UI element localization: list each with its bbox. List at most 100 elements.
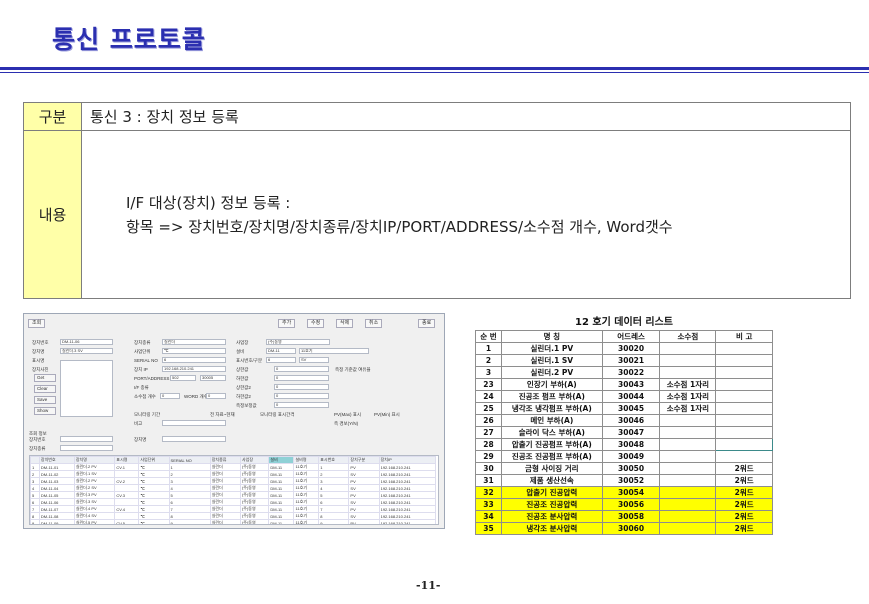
grid-header-cell[interactable] <box>30 456 40 464</box>
device-no-field[interactable]: DM-11-06 <box>60 339 113 345</box>
display-no-field[interactable]: 6 <box>266 357 296 363</box>
adjust-field[interactable]: 0 <box>274 402 329 408</box>
grid-header-cell[interactable]: 장치명 <box>73 456 116 464</box>
display-type-select[interactable]: SV <box>299 357 329 363</box>
port-field[interactable]: 502 <box>170 375 196 381</box>
upper-field[interactable]: 0 <box>274 366 329 372</box>
data-list-row: 23 인장기 부하(A) 30043 소수점 1자리 <box>475 378 773 391</box>
grid-row[interactable]: 1 DM-11-01 실린더.2 PV CV.1 ℃ 1 실린더 (주)동영 DM-11 11호기… <box>30 463 437 471</box>
grid-header-cell[interactable]: 사업장 <box>239 456 270 464</box>
data-list-cell: 메인 부하(A) <box>500 414 603 427</box>
save-button[interactable]: Save <box>34 396 56 404</box>
delete-button[interactable]: 삭제 <box>336 319 354 328</box>
grid-header-cell[interactable]: 장치번호 <box>38 456 75 464</box>
lower-field[interactable]: 0 <box>274 375 329 381</box>
grid-cell: 5 <box>318 491 350 499</box>
grid-row[interactable]: 3 DM-11-03 실린더.2 PV CV.2 ℃ 3 실린더 (주)동영 DM-11 11호기… <box>30 477 437 485</box>
device-type-select[interactable]: 실린더 <box>162 339 226 345</box>
grid-cell: CV.5 <box>114 519 140 524</box>
serial-field[interactable]: 6 <box>162 357 226 363</box>
grid-cell: 6 <box>318 498 350 506</box>
edit-button[interactable]: 수정 <box>307 319 325 328</box>
grid-header-cell[interactable]: SERIAL NO <box>168 456 211 464</box>
grid-cell: 3 <box>318 477 350 485</box>
data-list-cell: 33 <box>475 498 502 511</box>
address-field[interactable]: 30005 <box>200 375 226 381</box>
grid-cell: DM-11 <box>268 512 295 520</box>
grid-header-cell[interactable]: 장치종류 <box>209 456 241 464</box>
grid-header-cell[interactable]: 장치구분 <box>348 456 380 464</box>
upper2-field[interactable]: 0 <box>274 384 329 390</box>
grid-row[interactable]: 4 DM-11-04 실린더.2 SV ℃ 4 실린더 (주)동영 DM-11 11호기 4 SV 1… <box>30 484 437 492</box>
grid-row[interactable]: 2 DM-11-02 실린더.1 SV ℃ 2 실린더 (주)동영 DM-11 11호기 2 SV 1… <box>30 470 437 478</box>
grid-header-cell[interactable]: 설비명 <box>293 456 320 464</box>
data-list-cell: 30044 <box>601 390 661 403</box>
grid-cell: 6 <box>168 498 211 506</box>
grid-cell: 3 <box>168 477 211 485</box>
grid-header-cell[interactable]: 표시명 <box>114 456 140 464</box>
data-list-cell: 25 <box>475 402 502 415</box>
monitor-period-label: 모니터링 기간 <box>134 412 161 417</box>
pv-min-check[interactable]: PV(Min) 표시 <box>374 412 400 418</box>
data-list-cell: 30045 <box>601 402 661 415</box>
show-button[interactable]: Show <box>34 407 56 415</box>
clear-button[interactable]: Clear <box>34 385 56 393</box>
data-list-cell <box>659 414 717 427</box>
device-name-label: 장치명 <box>32 349 45 354</box>
search-device-type-select[interactable] <box>60 445 113 451</box>
grid-cell: 실린더 <box>209 512 241 520</box>
monitor-range-label: 전 자료~현재 <box>210 412 235 417</box>
equipment-name-field[interactable]: 11호기 <box>299 348 369 354</box>
ip-field[interactable]: 192.168.210.241 <box>162 366 226 372</box>
grid-header-cell[interactable]: 설비 <box>268 456 295 464</box>
data-list-cell: 30020 <box>601 342 661 355</box>
search-device-name-field[interactable] <box>162 436 226 442</box>
alarm-check[interactable]: 측 경보(Y/N) <box>334 421 358 427</box>
data-list-header-cell: 비 고 <box>715 330 773 343</box>
grid-header-cell[interactable]: 표시번호 <box>318 456 350 464</box>
device-name-field[interactable]: 실린더.3 SV <box>60 348 113 354</box>
grid-cell: ℃ <box>138 498 170 506</box>
grid-row[interactable]: 5 DM-11-05 실린더.3 PV CV.3 ℃ 5 실린더 (주)동영 DM-11 11호기… <box>30 491 437 499</box>
grid-row[interactable]: 8 DM-11-08 실린더.4 SV ℃ 8 실린더 (주)동영 DM-11 11호기 8 SV 1… <box>30 512 437 520</box>
search-button[interactable]: 조회 <box>28 319 46 328</box>
ip-label: 장치 IP <box>134 367 148 372</box>
grid-row[interactable]: 7 DM-11-07 실린더.4 PV CV.4 ℃ 7 실린더 (주)동영 DM-11 11호기… <box>30 505 437 513</box>
title-underline-thin <box>0 72 869 73</box>
grid-cell: DM-11 <box>268 477 295 485</box>
remark-field[interactable] <box>162 420 226 426</box>
grid-cell: (주)동영 <box>239 463 270 471</box>
grid-row[interactable]: 9 DM-11-09 실린더.5 PV CV.5 ℃ 9 실린더 (주)동영 DM-11 11호기… <box>30 519 437 524</box>
grid-header-cell[interactable]: 장치IP <box>378 456 437 464</box>
content-label: 내용 <box>23 130 82 299</box>
data-list-cell <box>659 426 717 439</box>
data-list-row: 25 냉각조 냉각펌프 부하(A) 30045 소수점 1자리 <box>475 402 773 415</box>
get-button[interactable]: Get <box>34 374 56 382</box>
margin-check[interactable]: 측정 기준값 여유율 <box>335 367 371 373</box>
close-button[interactable]: 종료 <box>418 319 436 328</box>
grid-header-cell[interactable]: 사업단위 <box>138 456 170 464</box>
search-device-no-field[interactable] <box>60 436 113 442</box>
grid-row[interactable]: 6 DM-11-06 실린더.3 SV ℃ 6 실린더 (주)동영 DM-11 11호기 6 SV 1… <box>30 498 437 506</box>
decimal-field[interactable]: 0 <box>160 393 180 399</box>
cancel-button[interactable]: 취소 <box>365 319 383 328</box>
unit-field[interactable]: ℃ <box>162 348 226 354</box>
grid-cell: 1 <box>168 463 211 471</box>
data-list-cell: 실린더.1 PV <box>500 342 603 355</box>
data-list-cell <box>659 510 717 523</box>
site-select[interactable]: (주)동영 <box>266 339 330 345</box>
device-no-label: 장치번호 <box>32 340 49 345</box>
word-field[interactable]: 0 <box>206 393 226 399</box>
grid-cell: 1 <box>318 463 350 471</box>
grid-cell: 실린더.5 PV <box>73 519 116 524</box>
grid-cell: ℃ <box>138 484 170 492</box>
data-list-cell: 진공조 펌프 부하(A) <box>500 390 603 403</box>
data-list-cell: 냉각조 분사압력 <box>500 522 603 535</box>
equipment-field[interactable]: DM-11 <box>266 348 296 354</box>
pv-max-check[interactable]: PV(Max) 표시 <box>334 412 361 418</box>
add-button[interactable]: 추가 <box>278 319 296 328</box>
lower2-field[interactable]: 0 <box>274 393 329 399</box>
equipment-label: 설비 <box>236 349 245 354</box>
device-grid: 장치번호 장치명 표시명 사업단위 SERIAL NO 장치종류 사업장 설비 설비명 표시번호 장… <box>29 455 439 525</box>
display-no-label: 표시번호/구분 <box>236 358 263 363</box>
